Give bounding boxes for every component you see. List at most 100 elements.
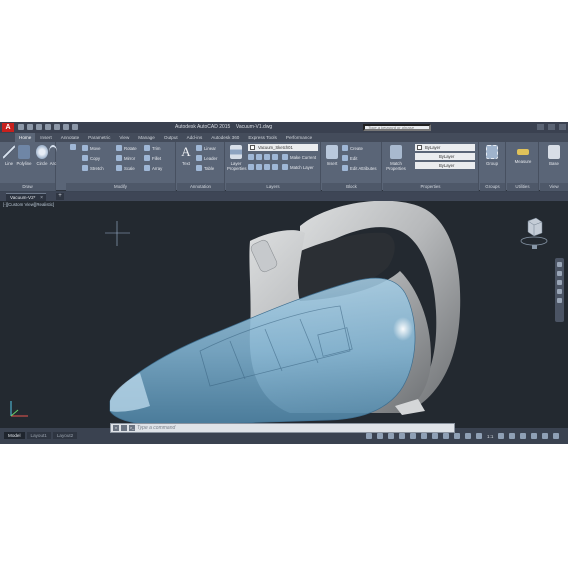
leader-button[interactable]: Leader (196, 155, 217, 161)
close-icon[interactable] (559, 124, 566, 130)
groups-panel-title[interactable]: Groups (480, 183, 505, 191)
zoom-icon[interactable] (557, 280, 562, 285)
auto-scale-icon[interactable] (476, 433, 482, 439)
create-block-button[interactable]: Create (342, 145, 363, 151)
insert-block-button[interactable]: Insert (324, 145, 340, 166)
tab-add-ins[interactable]: Add-ins (183, 133, 207, 142)
linear-dimension-button[interactable]: Linear (196, 145, 216, 151)
measure-button[interactable]: Measure (514, 145, 532, 164)
grid-icon[interactable] (377, 433, 383, 439)
plus-icon[interactable] (509, 433, 516, 439)
make-current-button[interactable]: Make Current (282, 154, 316, 160)
minimize-icon[interactable] (537, 124, 544, 130)
customization-icon[interactable] (553, 433, 560, 439)
tab-home[interactable]: Home (15, 133, 36, 142)
hardware-acceleration-icon[interactable] (531, 433, 538, 439)
properties-panel-title[interactable]: Properties (383, 183, 478, 191)
snap-icon[interactable] (388, 433, 394, 439)
save-icon[interactable] (36, 124, 42, 130)
navigation-bar[interactable] (555, 258, 564, 322)
layout-tab-model[interactable]: Model (4, 432, 25, 439)
tab-manage[interactable]: Manage (134, 133, 159, 142)
draw-panel-title[interactable]: Draw (0, 183, 55, 191)
match-layer-button[interactable]: Match Layer (282, 164, 314, 170)
viewcube-icon[interactable] (520, 215, 548, 249)
table-button[interactable]: Table (196, 165, 214, 171)
isodraft-icon[interactable] (421, 433, 427, 439)
polyline-button[interactable]: Polyline (15, 145, 33, 166)
showmotion-icon[interactable] (557, 298, 562, 303)
drawing-viewport[interactable]: [-][Custom View][Realistic] (0, 201, 568, 428)
layer-dropdown[interactable]: Vacuum_Sketch01 (248, 144, 318, 151)
clean-screen-icon[interactable] (542, 433, 549, 439)
arc-button[interactable]: Arc (48, 145, 58, 166)
lineweight-icon[interactable] (454, 433, 460, 439)
tab-performance[interactable]: Performance (282, 133, 316, 142)
array-button[interactable]: Array (144, 165, 162, 171)
command-input[interactable] (137, 424, 447, 432)
trim-button[interactable]: Trim (144, 145, 160, 151)
file-tab[interactable]: Vacuum-V2* × (6, 193, 46, 201)
scale-button[interactable]: Scale (116, 165, 135, 171)
annotation-scale[interactable]: 1:1 (487, 434, 493, 439)
viewport-controls-label[interactable]: [-][Custom View][Realistic] (3, 202, 54, 207)
block-panel-title[interactable]: Block (322, 183, 381, 191)
base-view-button[interactable]: Base (546, 145, 562, 166)
layout-tab-layout1[interactable]: Layout1 (26, 432, 51, 439)
tab-parametric[interactable]: Parametric (84, 133, 114, 142)
open-file-icon[interactable] (27, 124, 33, 130)
redo-icon[interactable] (72, 124, 78, 130)
move-button[interactable]: Move (82, 145, 101, 151)
model-space-icon[interactable] (366, 433, 372, 439)
modify-panel-title[interactable]: Modify (66, 183, 175, 191)
tab-output[interactable]: Output (160, 133, 182, 142)
rotate-button[interactable]: Rotate (116, 145, 137, 151)
polar-icon[interactable] (410, 433, 416, 439)
undo-icon[interactable] (63, 124, 69, 130)
save-as-icon[interactable] (45, 124, 51, 130)
tab-insert[interactable]: Insert (36, 133, 56, 142)
layer-properties-button[interactable]: Layer Properties (227, 145, 247, 171)
new-file-icon[interactable] (18, 124, 24, 130)
copy-button[interactable]: Copy (82, 155, 100, 161)
app-menu-button[interactable]: A (2, 123, 14, 132)
print-icon[interactable] (54, 124, 60, 130)
view-panel-title[interactable]: View (540, 183, 568, 191)
utilities-panel-title[interactable]: Utilities (507, 183, 538, 191)
tab-view[interactable]: View (115, 133, 133, 142)
isolate-objects-icon[interactable] (520, 433, 527, 439)
annotation-panel-title[interactable]: Annotation (177, 183, 224, 191)
text-button[interactable]: A Text (178, 145, 194, 167)
fillet-button[interactable]: Fillet (144, 155, 161, 161)
tab-autodesk-360[interactable]: Autodesk 360 (207, 133, 243, 142)
tab-annotate[interactable]: Annotate (57, 133, 83, 142)
new-tab-button[interactable]: + (56, 193, 64, 200)
modify-tool-icon[interactable] (70, 144, 76, 150)
ortho-icon[interactable] (399, 433, 405, 439)
orbit-icon[interactable] (557, 289, 562, 294)
edit-attributes-button[interactable]: Edit Attributes (342, 165, 377, 171)
stretch-button[interactable]: Stretch (82, 165, 104, 171)
gear-icon[interactable] (498, 433, 505, 439)
layer-state-icons[interactable] (248, 154, 278, 160)
layout-tab-layout2[interactable]: Layout2 (52, 432, 78, 439)
layer-tools-icons[interactable] (248, 164, 278, 170)
steering-wheel-icon[interactable] (557, 262, 562, 267)
edit-block-button[interactable]: Edit (342, 155, 357, 161)
match-properties-button[interactable]: Match Properties (385, 145, 407, 171)
object-snap-tracking-icon[interactable] (432, 433, 438, 439)
wrench-icon[interactable] (121, 425, 127, 431)
layers-panel-title[interactable]: Layers (226, 183, 320, 191)
group-button[interactable]: Group (484, 145, 500, 166)
annotation-visibility-icon[interactable] (465, 433, 471, 439)
object-snap-icon[interactable] (443, 433, 449, 439)
maximize-icon[interactable] (548, 124, 555, 130)
close-command-line-icon[interactable]: × (113, 425, 119, 431)
pan-icon[interactable] (557, 271, 562, 276)
color-dropdown[interactable]: ByLayer (415, 144, 475, 151)
linetype-dropdown[interactable]: ByLayer (415, 153, 475, 160)
search-input[interactable] (363, 124, 431, 131)
tab-express-tools[interactable]: Express Tools (244, 133, 281, 142)
lineweight-dropdown[interactable]: ByLayer (415, 162, 475, 169)
mirror-button[interactable]: Mirror (116, 155, 135, 161)
